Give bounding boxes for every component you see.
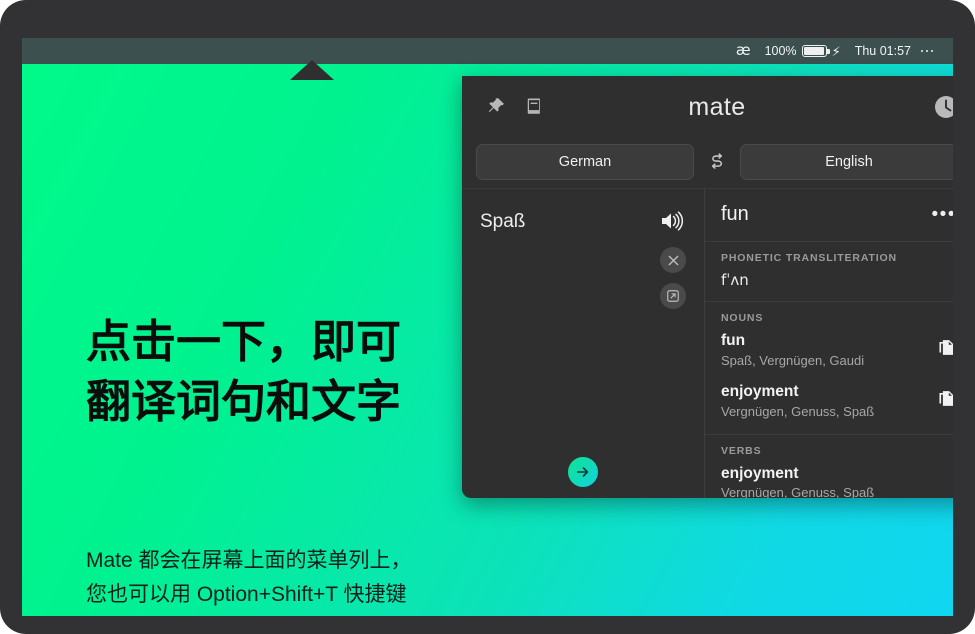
macos-menubar: æ 100% ⚡ Thu 01:57 xyxy=(22,38,953,64)
section-title: PHONETIC TRANSLITERATION xyxy=(721,252,897,264)
mate-popup-panel: mate German English Spaß fun •• PHONETIC… xyxy=(462,76,953,498)
copy-icon[interactable] xyxy=(937,338,953,357)
section-title: NOUNS xyxy=(721,312,764,324)
mate-menubar-icon[interactable]: æ xyxy=(736,42,751,58)
section-phonetic: PHONETIC TRANSLITERATION fˈʌn xyxy=(705,241,953,301)
battery-icon xyxy=(801,45,830,57)
panel-header: mate xyxy=(462,76,953,136)
list-item[interactable]: enjoyment Vergnügen, Genuss, Spaß xyxy=(721,382,953,422)
control-center-icon[interactable] xyxy=(921,48,941,55)
page-title: 点击一下，即可 翻译词句和文字 xyxy=(86,316,402,428)
entry-word: enjoyment xyxy=(721,382,799,400)
app-brand-title: mate xyxy=(688,93,746,121)
page-subtitle: Mate 都会在屏幕上面的菜单列上，您也可以用 Option+Shift+T 快… xyxy=(86,549,412,607)
phonetic-value: fˈʌn xyxy=(721,271,749,289)
result-column: fun ••• PHONETIC TRANSLITERATION fˈʌn NO… xyxy=(705,188,953,498)
translated-word: fun xyxy=(721,203,749,225)
battery-percent-label: 100% xyxy=(764,43,797,58)
copy-icon[interactable] xyxy=(937,389,953,408)
panel-body: Spaß fun •• PHONETIC TRANSLITERATION fˈʌ… xyxy=(462,188,953,498)
screen: 点击一下，即可 翻译词句和文字 Mate 都会在屏幕上面的菜单列上，您也可以用 … xyxy=(22,38,953,616)
more-options-icon[interactable]: ••• xyxy=(932,203,953,224)
section-nouns: NOUNS fun Spaß, Vergnügen, Gaudi enjoyme… xyxy=(705,301,953,434)
language-selector-row: German English xyxy=(462,136,953,188)
source-text-input[interactable]: Spaß xyxy=(480,211,525,233)
target-language-button[interactable]: English xyxy=(740,144,953,180)
entry-synonyms: Vergnügen, Genuss, Spaß xyxy=(721,403,875,419)
menubar-clock[interactable]: Thu 01:57 xyxy=(855,45,911,58)
list-item[interactable]: fun Spaß, Vergnügen, Gaudi xyxy=(721,331,953,371)
device-bezel: 点击一下，即可 翻译词句和文字 Mate 都会在屏幕上面的菜单列上，您也可以用 … xyxy=(0,0,975,634)
source-column: Spaß xyxy=(462,188,704,498)
result-header: fun ••• xyxy=(705,189,953,241)
swap-arrows-icon[interactable] xyxy=(694,144,740,180)
clock-icon[interactable] xyxy=(934,95,953,119)
section-verbs: VERBS enjoyment Vergnügen, Genuss, Spaß xyxy=(705,433,953,498)
clear-icon[interactable] xyxy=(660,247,686,273)
entry-word: enjoyment xyxy=(721,464,799,482)
entry-synonyms: Spaß, Vergnügen, Gaudi xyxy=(721,352,865,368)
entry-word: fun xyxy=(721,332,746,349)
entry-synonyms: Vergnügen, Genuss, Spaß xyxy=(721,485,875,498)
charging-bolt-icon: ⚡ xyxy=(831,43,841,59)
section-title: VERBS xyxy=(721,444,762,457)
insert-icon[interactable] xyxy=(660,283,686,309)
list-item[interactable]: enjoyment Vergnügen, Genuss, Spaß xyxy=(721,464,953,498)
source-language-button[interactable]: German xyxy=(476,144,694,180)
popup-notch xyxy=(290,60,334,80)
battery-status: 100% ⚡ xyxy=(765,45,841,58)
speaker-icon[interactable] xyxy=(660,209,686,233)
translate-button[interactable] xyxy=(568,457,598,487)
